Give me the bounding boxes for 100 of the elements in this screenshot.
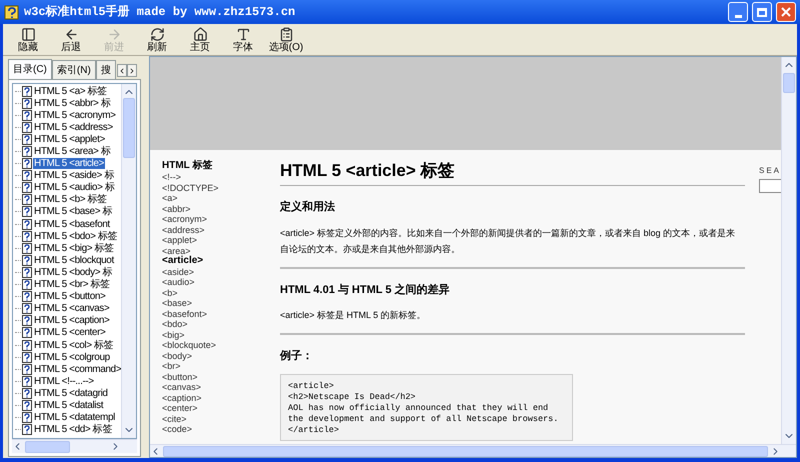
nav-link[interactable]: <area>	[162, 246, 280, 256]
section-heading: 例子：	[280, 349, 314, 364]
help-app-icon	[4, 4, 20, 20]
clipboard-icon	[278, 26, 294, 42]
close-button[interactable]	[776, 2, 796, 22]
topic-item[interactable]: HTML 5 <br> 标签	[33, 279, 111, 290]
help-page-icon	[22, 266, 32, 278]
nav-link[interactable]: <canvas>	[162, 382, 280, 392]
horizontal-scrollbar[interactable]	[150, 444, 796, 457]
topic-item[interactable]: HTML 5 <col> 标签	[33, 340, 114, 351]
scroll-thumb[interactable]	[123, 98, 135, 158]
nav-link[interactable]: <bdo>	[162, 319, 280, 330]
topic-item[interactable]: HTML 5 <audio> 标	[33, 182, 116, 194]
help-page-icon	[22, 400, 32, 411]
maximize-button[interactable]	[752, 2, 772, 22]
topic-item[interactable]: HTML 5 <area> 标	[33, 146, 112, 158]
nav-link[interactable]: <!DOCTYPE>	[162, 182, 280, 193]
search-field[interactable]	[759, 179, 781, 193]
help-page-icon	[22, 194, 32, 206]
nav-link[interactable]: <applet>	[162, 235, 280, 246]
topic-item[interactable]: HTML 5 <datagrid	[33, 388, 109, 399]
font-icon	[236, 26, 250, 42]
topic-item[interactable]: HTML 5 <article>	[33, 158, 105, 170]
nav-link[interactable]: <!-->	[162, 172, 280, 182]
vertical-scrollbar[interactable]	[781, 57, 796, 444]
topic-item[interactable]: HTML 5 <b> 标签	[33, 194, 108, 206]
pane-tab[interactable]: 索引(N)	[52, 60, 96, 79]
topic-item[interactable]: HTML 5 <center>	[33, 327, 106, 338]
code-line: AOL has now officially announced that they will end	[288, 402, 550, 414]
topic-item[interactable]: HTML 5 <basefont	[33, 218, 111, 230]
nav-link[interactable]: <big>	[162, 330, 280, 340]
topic-item[interactable]: HTML 5 <base> 标	[33, 206, 114, 218]
nav-link[interactable]: <blockquote>	[162, 340, 280, 350]
topic-item[interactable]: HTML 5 <a> 标签	[33, 86, 108, 97]
nav-link[interactable]: <code>	[162, 424, 280, 434]
help-page-icon	[22, 170, 32, 182]
nav-link[interactable]: <button>	[162, 372, 280, 382]
topic-item[interactable]: HTML 5 <button>	[33, 291, 106, 302]
pane-tab[interactable]: 搜	[96, 60, 116, 79]
refresh-icon	[150, 26, 164, 42]
pane-tab[interactable]: 目录(C)	[8, 59, 52, 79]
nav-link[interactable]: <acronym>	[162, 214, 280, 224]
help-page-icon	[22, 388, 32, 399]
nav-link[interactable]: <basefont>	[162, 308, 280, 319]
toolbar-button[interactable]: 后退	[50, 24, 92, 54]
topic-item[interactable]: HTML 5 <abbr> 标	[33, 98, 112, 109]
horizontal-scrollbar[interactable]	[12, 439, 137, 453]
help-page-icon	[22, 182, 32, 194]
toolbar-button[interactable]: 隐藏	[7, 24, 49, 54]
topic-item[interactable]: HTML 5 <body> 标	[33, 266, 114, 278]
topic-item[interactable]: HTML 5 <aside> 标	[33, 170, 115, 182]
code-line: <h2>Netscape Is Dead</h2>	[288, 392, 417, 402]
toolbar-button[interactable]: 刷新	[136, 24, 178, 54]
nav-link[interactable]: <audio>	[162, 277, 280, 288]
topic-item[interactable]: HTML 5 <acronym>	[33, 110, 117, 121]
section-heading: 定义和用法	[280, 200, 336, 215]
topic-item[interactable]: HTML 5 <canvas>	[33, 303, 110, 314]
code-line: </article>	[288, 424, 340, 436]
nav-link[interactable]: <abbr>	[162, 204, 280, 214]
topic-item[interactable]: HTML 5 <colgroup	[33, 352, 111, 363]
nav-link[interactable]: <base>	[162, 298, 280, 308]
nav-link[interactable]: <article>	[162, 256, 280, 266]
topic-item[interactable]: HTML 5 <datatempl	[33, 412, 116, 424]
topic-item[interactable]: HTML 5 <applet>	[33, 134, 106, 145]
topic-item[interactable]: HTML 5 <datalist	[33, 400, 104, 411]
toolbar-button[interactable]: 字体	[222, 24, 264, 54]
section-text: <article> 标签定义外部的内容。比如来自一个外部的新闻提供者的一篇新的文章，或者来自 blog 的文本，或者是来自论坛的文本。亦或是来自其他外部源内容。	[280, 226, 736, 256]
article-title: HTML 5 <article> 标签	[280, 160, 456, 182]
toolbar-button[interactable]: 选项(O)	[265, 24, 307, 54]
nav-link[interactable]: <a>	[162, 193, 280, 204]
help-page-icon	[22, 242, 32, 254]
topic-item[interactable]: HTML 5 <command>	[33, 364, 121, 375]
nav-link[interactable]: <br>	[162, 361, 280, 372]
scroll-thumb[interactable]	[783, 73, 795, 93]
topic-item[interactable]: HTML 5 <bdo> 标签	[33, 230, 118, 242]
nav-link[interactable]: <center>	[162, 403, 280, 414]
scroll-thumb[interactable]	[25, 440, 70, 452]
tab-scroll-right[interactable]	[126, 64, 137, 77]
topic-item[interactable]: HTML 5 <blockquot	[33, 254, 115, 266]
nav-link[interactable]: <cite>	[162, 414, 280, 424]
tab-scroll-left[interactable]	[116, 64, 127, 77]
scroll-thumb[interactable]	[163, 446, 768, 456]
nav-link[interactable]: <b>	[162, 288, 280, 298]
topic-item[interactable]: HTML 5 <big> 标签	[33, 242, 115, 254]
nav-link[interactable]: <caption>	[162, 392, 280, 403]
help-page-icon	[22, 122, 32, 133]
nav-link[interactable]: <aside>	[162, 266, 280, 277]
vertical-scrollbar[interactable]	[121, 84, 136, 438]
topic-item[interactable]: HTML 5 <caption>	[33, 315, 110, 326]
help-page-icon	[22, 303, 32, 314]
help-page-icon	[22, 110, 32, 121]
help-page-icon	[22, 327, 32, 338]
topic-item[interactable]: HTML 5 <address>	[33, 122, 114, 133]
nav-link[interactable]: <body>	[162, 350, 280, 361]
topic-item[interactable]: HTML <!--...-->	[33, 376, 95, 387]
toolbar-button[interactable]: 主页	[179, 24, 221, 54]
minimize-button[interactable]	[728, 2, 748, 22]
nav-link[interactable]: <address>	[162, 224, 280, 235]
help-page-icon	[22, 134, 32, 145]
topic-item[interactable]: HTML 5 <dd> 标签	[33, 424, 113, 436]
